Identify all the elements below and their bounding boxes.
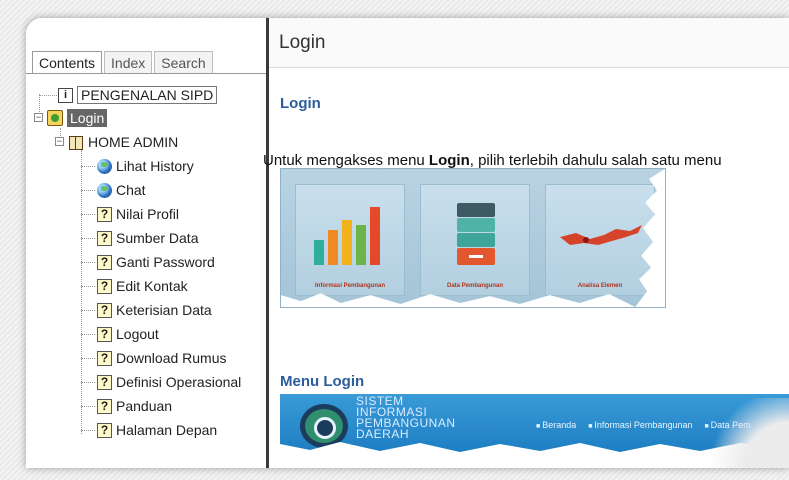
tree-line	[81, 166, 95, 167]
tree-item-login[interactable]: Login	[47, 107, 108, 129]
help-page-icon: ?	[97, 326, 112, 342]
help-page-icon: ?	[97, 374, 112, 390]
help-page-icon: ?	[97, 302, 112, 318]
tree-line	[81, 286, 95, 287]
tree-item-pengenalan[interactable]: i PENGENALAN SIPD	[58, 84, 218, 106]
tree-item-home-admin[interactable]: HOME ADMIN	[68, 131, 178, 153]
help-page-icon: ?	[97, 278, 112, 294]
menu-login-heading: Menu Login	[280, 373, 365, 390]
logo-text: SISTEM INFORMASI PEMBANGUNAN DAERAH	[356, 394, 456, 441]
collapse-toggle[interactable]: −	[55, 137, 64, 146]
tree-item[interactable]: ? Ganti Password	[97, 251, 215, 273]
tab-search[interactable]: Search	[154, 51, 213, 73]
section-heading: Login	[280, 95, 321, 112]
tree-item[interactable]: Lihat History	[97, 155, 194, 177]
globe-icon	[97, 158, 112, 174]
info-page-icon: i	[58, 87, 73, 103]
tree-item[interactable]: ? Edit Kontak	[97, 275, 188, 297]
globe-icon	[97, 182, 112, 198]
help-page-icon: ?	[97, 398, 112, 414]
tree-line	[81, 238, 95, 239]
card-caption: Analisa Elemen	[577, 283, 623, 289]
login-icon	[47, 110, 63, 126]
sipd-navbar-screenshot: SISTEM INFORMASI PEMBANGUNAN DAERAH Bera…	[280, 394, 789, 454]
card-caption: Informasi Pembangunan	[314, 283, 385, 289]
tree-line	[81, 310, 95, 311]
tree-item[interactable]: ? Keterisian Data	[97, 299, 212, 321]
sipd-logo-icon	[300, 404, 348, 448]
help-window: Contents Index Search i PENGENALAN SIPD …	[26, 18, 789, 468]
nav-data-pembangunan: Data Pem	[704, 420, 751, 430]
help-page-icon: ?	[97, 254, 112, 270]
tree-line	[81, 262, 95, 263]
nav-beranda: Beranda	[536, 420, 576, 430]
navigation-pane: Contents Index Search i PENGENALAN SIPD …	[26, 18, 266, 468]
tree-line	[81, 190, 95, 191]
tree-line	[81, 150, 82, 434]
card-data-pembangunan: Data Pembangunan	[420, 184, 530, 296]
nav-items: Beranda Informasi Pembangunan Data Pem	[536, 420, 751, 430]
card-analisa-elemen: Analisa Elemen	[545, 184, 655, 296]
tabs-divider	[26, 73, 266, 74]
help-page-icon: ?	[97, 350, 112, 366]
tree-item[interactable]: Chat	[97, 179, 146, 201]
tree-line	[81, 382, 95, 383]
card-informasi-pembangunan: Informasi Pembangunan	[295, 184, 405, 296]
tab-index[interactable]: Index	[104, 51, 153, 73]
tree-line	[81, 406, 95, 407]
bar-chart-icon	[314, 207, 380, 265]
tree-item[interactable]: ? Logout	[97, 323, 159, 345]
tree-line	[81, 214, 95, 215]
menu-screenshot: Informasi Pembangunan Data Pembangunan A…	[280, 168, 666, 308]
nav-tabs: Contents Index Search	[32, 51, 213, 73]
tree-item[interactable]: ? Panduan	[97, 395, 172, 417]
tree-item[interactable]: ? Halaman Depan	[97, 419, 217, 441]
tree-line	[81, 430, 95, 431]
nav-informasi-pembangunan: Informasi Pembangunan	[588, 420, 692, 430]
tree-item[interactable]: ? Sumber Data	[97, 227, 198, 249]
intro-text: Untuk mengakses menu Login, pilih terleb…	[263, 152, 722, 169]
content-pane: Login Login Untuk mengakses menu Login, …	[263, 18, 789, 468]
tree-item[interactable]: ? Download Rumus	[97, 347, 227, 369]
collapse-toggle[interactable]: −	[34, 113, 43, 122]
cabinet-icon	[457, 203, 495, 265]
tree-line	[81, 358, 95, 359]
help-page-icon: ?	[97, 422, 112, 438]
tree-line	[81, 334, 95, 335]
help-page-icon: ?	[97, 230, 112, 246]
help-page-icon: ?	[97, 206, 112, 222]
tab-contents[interactable]: Contents	[32, 51, 103, 73]
tree-item[interactable]: ? Definisi Operasional	[97, 371, 241, 393]
map-icon	[560, 225, 642, 245]
card-caption: Data Pembangunan	[446, 283, 503, 289]
page-title: Login	[269, 18, 789, 68]
book-icon	[68, 134, 84, 150]
tree-item[interactable]: ? Nilai Profil	[97, 203, 179, 225]
